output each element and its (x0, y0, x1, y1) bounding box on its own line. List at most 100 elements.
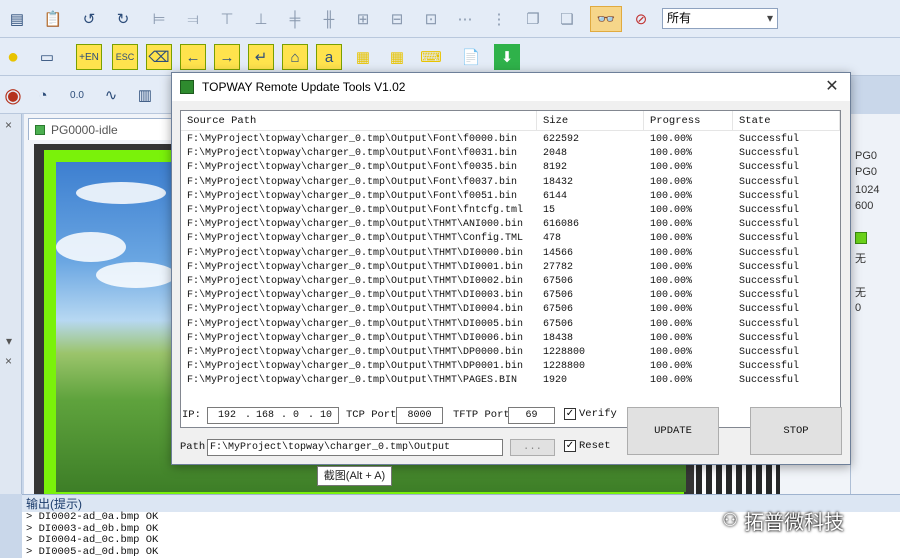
center-v-icon[interactable]: ╫ (316, 6, 342, 32)
table-row[interactable]: F:\MyProject\topway\charger_0.tmp\Output… (181, 346, 840, 360)
align-right-icon[interactable]: ⫤ (180, 6, 206, 32)
esc-key-icon[interactable]: ESC (112, 44, 138, 70)
chevron-down-icon[interactable]: ▾ (6, 334, 12, 348)
rect-select-icon[interactable]: ▭ (34, 44, 60, 70)
table-row[interactable]: F:\MyProject\topway\charger_0.tmp\Output… (181, 161, 840, 175)
ip-octet: 0 (293, 410, 300, 421)
left-arrow-key-icon[interactable]: ← (180, 44, 206, 70)
cell-path: F:\MyProject\topway\charger_0.tmp\Output… (187, 347, 524, 358)
app-icon (180, 80, 194, 94)
stop-button[interactable]: STOP (750, 407, 842, 455)
add-en-icon[interactable]: +EN (76, 44, 102, 70)
prop-value: 无 (855, 253, 866, 265)
table-row[interactable]: F:\MyProject\topway\charger_0.tmp\Output… (181, 204, 840, 218)
table-row[interactable]: F:\MyProject\topway\charger_0.tmp\Output… (181, 147, 840, 161)
char-key-icon[interactable]: a (316, 44, 342, 70)
dialog-titlebar[interactable]: TOPWAY Remote Update Tools V1.02 (172, 73, 850, 101)
download-icon[interactable]: ⬇ (494, 44, 520, 70)
column-header-state[interactable]: State (733, 111, 840, 131)
preset-select[interactable]: 所有 ▾ (662, 8, 778, 29)
space-v-icon[interactable]: ⋮ (486, 6, 512, 32)
home-key-icon[interactable]: ⌂ (282, 44, 308, 70)
update-button[interactable]: UPDATE (627, 407, 719, 455)
table-row[interactable]: F:\MyProject\topway\charger_0.tmp\Output… (181, 190, 840, 204)
column-header-size[interactable]: Size (537, 111, 644, 131)
table-row[interactable]: F:\MyProject\topway\charger_0.tmp\Output… (181, 247, 840, 261)
clipboard-icon[interactable]: 📋 (40, 6, 66, 32)
reset-checkbox[interactable]: ✓ (564, 440, 576, 452)
color-swatch[interactable] (855, 232, 867, 244)
cell-progress: 100.00% (650, 247, 693, 259)
column-header-progress[interactable]: Progress (644, 111, 733, 131)
enter-key-icon[interactable]: ↵ (248, 44, 274, 70)
cell-progress: 100.00% (650, 162, 693, 174)
browse-button[interactable]: ... (510, 439, 555, 456)
keypad2-icon[interactable]: ▦ (384, 44, 410, 70)
table-row[interactable]: F:\MyProject\topway\charger_0.tmp\Output… (181, 332, 840, 346)
dot-icon[interactable]: ● (0, 44, 26, 70)
cell-size: 67506 (543, 304, 574, 316)
table-row[interactable]: F:\MyProject\topway\charger_0.tmp\Output… (181, 133, 840, 147)
button-widget-icon[interactable]: ◉ (0, 82, 26, 108)
export-icon[interactable]: 📄 (458, 44, 484, 70)
align-top-icon[interactable]: ⊤ (214, 6, 240, 32)
doc-tab[interactable]: PG0000-idle (28, 118, 173, 140)
align-left-icon[interactable]: ⊨ (146, 6, 172, 32)
new-icon[interactable]: ▤ (4, 6, 30, 32)
table-row[interactable]: F:\MyProject\topway\charger_0.tmp\Output… (181, 261, 840, 275)
cell-progress: 100.00% (650, 233, 693, 245)
table-row[interactable]: F:\MyProject\topway\charger_0.tmp\Output… (181, 176, 840, 190)
table-row[interactable]: F:\MyProject\topway\charger_0.tmp\Output… (181, 275, 840, 289)
table-row[interactable]: F:\MyProject\topway\charger_0.tmp\Output… (181, 318, 840, 332)
send-back-icon[interactable]: ❏ (554, 6, 580, 32)
table-row[interactable]: F:\MyProject\topway\charger_0.tmp\Output… (181, 374, 840, 388)
cell-path: F:\MyProject\topway\charger_0.tmp\Output… (187, 261, 524, 273)
cell-path: F:\MyProject\topway\charger_0.tmp\Output… (187, 247, 524, 259)
tcp-port-input[interactable]: 8000 (396, 407, 443, 424)
digits-icon[interactable]: 0.0 (64, 82, 90, 108)
space-h-icon[interactable]: ⋯ (452, 6, 478, 32)
curve-icon[interactable]: ∿ (98, 82, 124, 108)
prop-value: PG0 (855, 166, 878, 178)
gauge-icon[interactable]: ◔ (30, 82, 56, 108)
table-row[interactable]: F:\MyProject\topway\charger_0.tmp\Output… (181, 289, 840, 303)
table-row[interactable]: F:\MyProject\topway\charger_0.tmp\Output… (181, 218, 840, 232)
cell-path: F:\MyProject\topway\charger_0.tmp\Output… (187, 176, 518, 188)
undo-icon[interactable]: ↺ (76, 6, 102, 32)
file-list[interactable]: Source Path Size Progress State F:\MyPro… (180, 110, 841, 428)
ip-label: IP: (182, 409, 201, 421)
redo-icon[interactable]: ↻ (110, 6, 136, 32)
glasses-off-icon[interactable]: ⊘ (626, 6, 656, 32)
same-width-icon[interactable]: ⊞ (350, 6, 376, 32)
table-row[interactable]: F:\MyProject\topway\charger_0.tmp\Output… (181, 360, 840, 374)
verify-checkbox[interactable]: ✓ (564, 408, 576, 420)
align-bottom-icon[interactable]: ⊥ (248, 6, 274, 32)
table-row[interactable]: F:\MyProject\topway\charger_0.tmp\Output… (181, 232, 840, 246)
bring-front-icon[interactable]: ❐ (520, 6, 546, 32)
cell-progress: 100.00% (650, 318, 693, 330)
column-header-path[interactable]: Source Path (181, 111, 537, 131)
tftp-port-input[interactable]: 69 (508, 407, 555, 424)
close-icon[interactable]: × (5, 118, 12, 132)
cell-path: F:\MyProject\topway\charger_0.tmp\Output… (187, 375, 518, 387)
same-height-icon[interactable]: ⊟ (384, 6, 410, 32)
property-panel: PG0 PG0 1024 600 无 无 0 (850, 114, 900, 494)
close-icon[interactable]: ✕ (822, 77, 842, 97)
glasses-icon[interactable]: 👓 (590, 6, 622, 32)
right-arrow-key-icon[interactable]: → (214, 44, 240, 70)
close-icon[interactable]: × (5, 354, 12, 368)
barcode-icon[interactable]: ▥ (132, 82, 158, 108)
prop-value: 无 (855, 287, 866, 299)
backspace-key-icon[interactable]: ⌫ (146, 44, 172, 70)
ip-field[interactable]: 192 . 168 . 0 . 10 (207, 407, 339, 424)
path-input[interactable]: F:\MyProject\topway\charger_0.tmp\Output (207, 439, 503, 456)
center-h-icon[interactable]: ╪ (282, 6, 308, 32)
table-row[interactable]: F:\MyProject\topway\charger_0.tmp\Output… (181, 303, 840, 317)
keypad-icon[interactable]: ▦ (350, 44, 376, 70)
same-size-icon[interactable]: ⊡ (418, 6, 444, 32)
cell-path: F:\MyProject\topway\charger_0.tmp\Output… (187, 190, 518, 202)
cell-size: 6144 (543, 190, 568, 202)
keyboard-icon[interactable]: ⌨ (418, 44, 444, 70)
cell-path: F:\MyProject\topway\charger_0.tmp\Output… (187, 276, 524, 287)
cell-progress: 100.00% (650, 347, 693, 358)
